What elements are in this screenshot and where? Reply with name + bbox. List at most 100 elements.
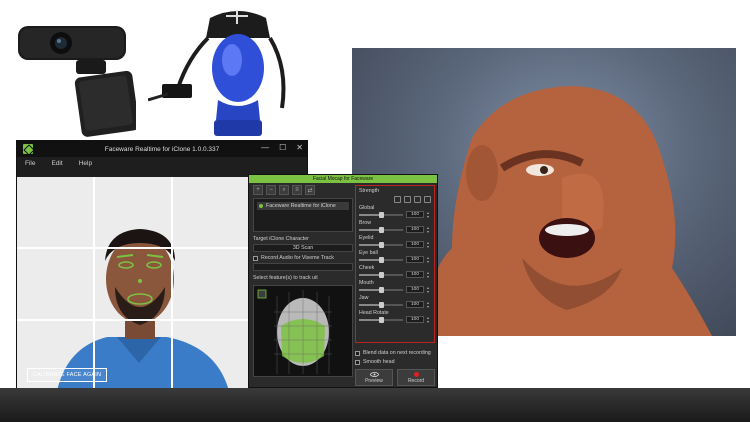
record-icon — [413, 371, 419, 377]
search-icon[interactable]: ⌕ — [279, 185, 289, 195]
slider-value-input[interactable]: 100 — [406, 316, 424, 323]
record-button[interactable]: Record — [397, 369, 435, 386]
menu-file[interactable]: File — [25, 160, 35, 167]
webcam-image — [18, 26, 136, 137]
slider-control: 100 ▴ ▾ — [359, 301, 431, 308]
recording-options: Blend data on next recording Smooth head — [355, 347, 431, 365]
head-mesh-drawing — [257, 289, 332, 374]
composite-image: Faceware Realtime for iClone 1.0.0.337 —… — [0, 0, 750, 422]
slider-handle[interactable] — [379, 286, 384, 293]
record-audio-label: Record Audio for Viseme Track — [261, 255, 334, 261]
head-feature-view[interactable] — [253, 285, 353, 377]
slider-track[interactable] — [359, 211, 403, 218]
device-name: Faceware Realtime for iClone — [266, 203, 336, 209]
spinner-arrows-icon[interactable]: ▴ ▾ — [427, 226, 431, 234]
panel-titlebar: Facial Mocap for Faceware — [249, 175, 437, 183]
target-character-label: Target iClone Character — [253, 236, 309, 242]
grid-line — [17, 319, 249, 321]
maximize-icon[interactable]: ☐ — [279, 143, 286, 152]
slider-value-input[interactable]: 100 — [406, 301, 424, 308]
slider-handle[interactable] — [379, 316, 384, 323]
slider-control: 100 ▴ ▾ — [359, 316, 431, 323]
slider-fill — [359, 318, 381, 321]
slider-control: 100 ▴ ▾ — [359, 256, 431, 263]
slider-value-input[interactable]: 100 — [406, 241, 424, 248]
record-audio-checkbox[interactable] — [253, 255, 258, 261]
strength-sliders: Strength Global 100 ▴ ▾ Brow 100 ▴ ▾ Eyelid 100 ▴ ▾… — [355, 185, 435, 343]
reset-icon[interactable] — [394, 196, 401, 203]
minimize-icon[interactable]: — — [261, 143, 269, 152]
menu-help[interactable]: Help — [79, 160, 92, 167]
slider-fill — [359, 213, 381, 216]
spinner-arrows-icon[interactable]: ▴ ▾ — [427, 256, 431, 264]
grid-line — [17, 247, 249, 249]
preview-button[interactable]: Preview — [355, 369, 393, 386]
slider-handle[interactable] — [379, 211, 384, 218]
connect-icon[interactable]: ⇄ — [305, 185, 315, 195]
slider-track[interactable] — [359, 271, 403, 278]
load-preset-icon[interactable] — [404, 196, 411, 203]
tracked-face-drawing — [17, 177, 249, 391]
record-audio-option[interactable]: Record Audio for Viseme Track — [253, 255, 353, 261]
menu-edit[interactable]: Edit — [51, 160, 62, 167]
slider-handle[interactable] — [379, 226, 384, 233]
slider-handle[interactable] — [379, 256, 384, 263]
strength-label: Strength — [359, 188, 380, 194]
blend-data-label: Blend data on next recording — [363, 350, 431, 356]
action-buttons: Preview Record — [355, 369, 435, 386]
status-dot-icon — [259, 204, 263, 208]
slider-row: Brow 100 ▴ ▾ — [359, 220, 431, 233]
save-preset-icon[interactable] — [414, 196, 421, 203]
spinner-arrows-icon[interactable]: ▴ ▾ — [427, 271, 431, 279]
device-item[interactable]: Faceware Realtime for iClone — [257, 202, 349, 210]
settings-icon[interactable]: ≡ — [292, 185, 302, 195]
smooth-head-checkbox[interactable] — [355, 359, 360, 365]
slider-track[interactable] — [359, 226, 403, 233]
audio-device-select[interactable] — [253, 263, 353, 271]
slider-row: Cheek 100 ▴ ▾ — [359, 265, 431, 278]
slider-fill — [359, 288, 381, 291]
slider-handle[interactable] — [379, 271, 384, 278]
slider-fill — [359, 303, 381, 306]
blend-data-checkbox[interactable] — [355, 350, 360, 356]
slider-track[interactable] — [359, 256, 403, 263]
bottom-shadow-bar — [0, 388, 750, 422]
slider-value-input[interactable]: 100 — [406, 286, 424, 293]
spinner-arrows-icon[interactable]: ▴ ▾ — [427, 301, 431, 309]
slider-value-input[interactable]: 100 — [406, 256, 424, 263]
head-camera-helmet-image — [148, 10, 286, 136]
slider-track[interactable] — [359, 316, 403, 323]
slider-row: Eyelid 100 ▴ ▾ — [359, 235, 431, 248]
add-device-icon[interactable]: + — [253, 185, 263, 195]
grid-line — [171, 177, 173, 391]
eye-icon — [369, 371, 379, 377]
slider-track[interactable] — [359, 286, 403, 293]
slider-handle[interactable] — [379, 241, 384, 248]
spinner-arrows-icon[interactable]: ▴ ▾ — [427, 211, 431, 219]
smooth-head-option[interactable]: Smooth head — [355, 359, 431, 365]
slider-value-input[interactable]: 100 — [406, 211, 424, 218]
slider-control: 100 ▴ ▾ — [359, 286, 431, 293]
slider-value-input[interactable]: 100 — [406, 271, 424, 278]
spinner-arrows-icon[interactable]: ▴ ▾ — [427, 316, 431, 324]
device-section: + − ⌕ ≡ ⇄ Faceware Realtime for iClone T… — [253, 185, 353, 377]
slider-control: 100 ▴ ▾ — [359, 271, 431, 278]
slider-fill — [359, 273, 381, 276]
calibrate-face-button[interactable]: CALIBRATE FACE AGAIN — [27, 368, 107, 382]
blend-data-option[interactable]: Blend data on next recording — [355, 350, 431, 356]
slider-value-input[interactable]: 100 — [406, 226, 424, 233]
slider-handle[interactable] — [379, 301, 384, 308]
slider-row: Head Rotate 100 ▴ ▾ — [359, 310, 431, 323]
spinner-arrows-icon[interactable]: ▴ ▾ — [427, 286, 431, 294]
slider-control: 100 ▴ ▾ — [359, 226, 431, 233]
facial-mocap-panel: Facial Mocap for Faceware + − ⌕ ≡ ⇄ Face… — [248, 174, 438, 388]
slider-track[interactable] — [359, 301, 403, 308]
spinner-arrows-icon[interactable]: ▴ ▾ — [427, 241, 431, 249]
target-character-select[interactable]: 3D Scan — [253, 244, 353, 252]
grid-line — [93, 177, 95, 391]
remove-device-icon[interactable]: − — [266, 185, 276, 195]
delete-preset-icon[interactable] — [424, 196, 431, 203]
slider-row: Jaw 100 ▴ ▾ — [359, 295, 431, 308]
close-icon[interactable]: ✕ — [296, 143, 303, 152]
slider-track[interactable] — [359, 241, 403, 248]
